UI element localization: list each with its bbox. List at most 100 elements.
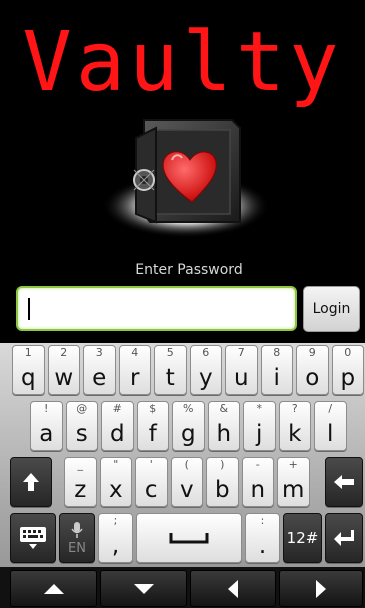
- key-h[interactable]: & h: [207, 401, 240, 451]
- key-w-hint: 2: [60, 346, 68, 359]
- key-c-label: c: [144, 477, 158, 503]
- key-z[interactable]: _ z: [64, 457, 97, 507]
- key-u-label: u: [233, 365, 249, 391]
- keyboard-settings-key[interactable]: [10, 513, 56, 563]
- key-x-hint: ": [113, 458, 119, 471]
- key-p-label: p: [340, 365, 356, 391]
- space-bar-icon: [169, 533, 209, 544]
- voice-input-key[interactable]: EN: [59, 513, 95, 563]
- key-f-label: f: [148, 421, 157, 447]
- shift-key[interactable]: [10, 457, 52, 507]
- key-o-label: o: [305, 365, 320, 391]
- key-l-label: l: [327, 421, 334, 447]
- key-r-label: r: [130, 365, 140, 391]
- key-e-label: e: [92, 365, 107, 391]
- key-u[interactable]: 7u: [225, 345, 258, 395]
- app-title: Vaulty: [22, 15, 343, 110]
- nav-left-key[interactable]: [190, 570, 276, 607]
- key-g[interactable]: % g: [172, 401, 205, 451]
- period-key-hint: :: [260, 514, 265, 527]
- enter-key[interactable]: [325, 513, 363, 563]
- comma-key-label: ,: [111, 533, 120, 559]
- key-m[interactable]: + m: [277, 457, 310, 507]
- key-v-label: v: [179, 477, 194, 503]
- key-y[interactable]: 6y: [189, 345, 222, 395]
- key-q[interactable]: 1q: [12, 345, 45, 395]
- key-p[interactable]: 0p: [331, 345, 364, 395]
- key-s[interactable]: @ s: [65, 401, 98, 451]
- key-l[interactable]: / l: [314, 401, 347, 451]
- language-label: EN: [68, 540, 86, 556]
- key-n-hint: -: [255, 458, 260, 471]
- key-t[interactable]: 5t: [154, 345, 187, 395]
- microphone-icon: [71, 521, 83, 538]
- comma-key[interactable]: ; ,: [98, 513, 133, 563]
- key-u-hint: 7: [237, 346, 245, 359]
- key-b[interactable]: ) b: [206, 457, 239, 507]
- key-a-hint: !: [44, 402, 49, 415]
- key-s-label: s: [75, 421, 88, 447]
- key-j-label: j: [256, 421, 263, 447]
- key-y-hint: 6: [202, 346, 210, 359]
- key-i[interactable]: 8i: [260, 345, 293, 395]
- key-o[interactable]: 9o: [296, 345, 329, 395]
- period-key-label: .: [258, 533, 267, 559]
- password-input[interactable]: [16, 286, 297, 331]
- key-j-hint: *: [256, 402, 263, 415]
- key-n[interactable]: -n: [241, 457, 274, 507]
- symbols-key[interactable]: 12#: [283, 513, 322, 563]
- key-e[interactable]: 3e: [83, 345, 116, 395]
- key-g-label: g: [180, 421, 196, 447]
- key-x[interactable]: " x: [99, 457, 132, 507]
- key-a[interactable]: ! a: [30, 401, 63, 451]
- key-g-hint: %: [183, 402, 194, 415]
- key-t-hint: 5: [166, 346, 174, 359]
- shift-arrow-icon: [23, 473, 39, 491]
- key-z-hint: _: [77, 458, 84, 471]
- key-h-label: h: [216, 421, 232, 447]
- key-f[interactable]: $ f: [136, 401, 169, 451]
- space-key[interactable]: [136, 513, 242, 563]
- key-q-label: q: [20, 365, 36, 391]
- password-label: Enter Password: [135, 262, 243, 278]
- nav-up-key[interactable]: [10, 570, 97, 607]
- key-h-hint: &: [219, 402, 229, 415]
- backspace-arrow-icon: [334, 475, 354, 489]
- key-b-hint: ): [220, 458, 225, 471]
- enter-arrow-icon: [334, 530, 354, 546]
- key-r-hint: 4: [131, 346, 139, 359]
- key-c-hint: ': [149, 458, 153, 471]
- comma-key-hint: ;: [113, 514, 118, 527]
- key-z-label: z: [74, 477, 87, 503]
- vaulty-screen: Vaulty Enter Password Login: [0, 0, 365, 343]
- key-j[interactable]: * j: [243, 401, 276, 451]
- key-k-label: k: [288, 421, 302, 447]
- login-button[interactable]: Login: [303, 286, 360, 332]
- key-b-label: b: [214, 477, 230, 503]
- dpad-navigation-bar: [0, 567, 365, 608]
- key-w[interactable]: 2w: [47, 345, 80, 395]
- text-caret: [28, 298, 30, 320]
- key-c[interactable]: ' c: [135, 457, 168, 507]
- key-f-hint: $: [149, 402, 157, 415]
- arrow-up-icon: [43, 583, 64, 594]
- key-e-hint: 3: [95, 346, 103, 359]
- key-k[interactable]: ? k: [278, 401, 311, 451]
- key-r[interactable]: 4r: [118, 345, 151, 395]
- key-d[interactable]: # d: [101, 401, 134, 451]
- key-v[interactable]: (v: [170, 457, 203, 507]
- keyboard-hide-icon: [20, 527, 46, 549]
- symbols-key-label: 12#: [286, 529, 319, 547]
- key-m-hint: +: [288, 458, 298, 471]
- key-p-hint: 0: [344, 346, 352, 359]
- key-i-hint: 8: [273, 346, 281, 359]
- key-d-hint: #: [112, 402, 122, 415]
- nav-right-key[interactable]: [279, 570, 363, 607]
- key-k-hint: ?: [291, 402, 298, 415]
- backspace-key[interactable]: [325, 457, 363, 507]
- nav-down-key[interactable]: [100, 570, 187, 607]
- period-key[interactable]: : .: [245, 513, 280, 563]
- key-q-hint: 1: [24, 346, 32, 359]
- arrow-right-icon: [316, 579, 326, 598]
- key-l-hint: /: [328, 402, 333, 415]
